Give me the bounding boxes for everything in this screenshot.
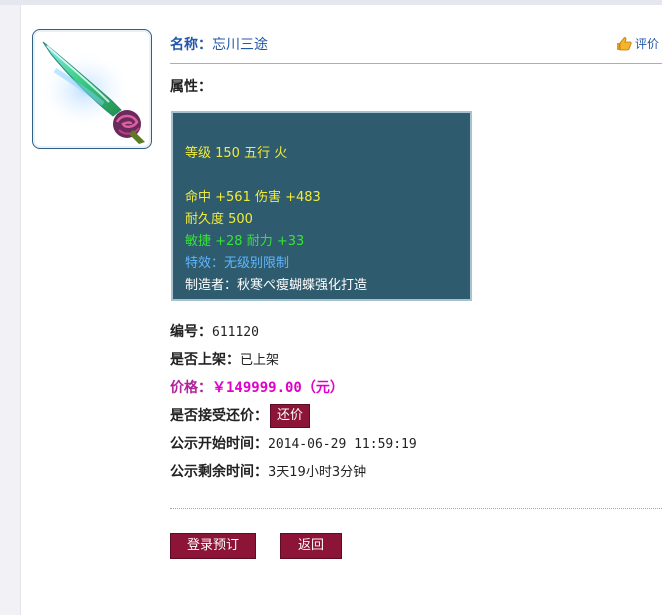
listed-field: 是否上架：已上架 [170, 349, 279, 369]
remaining-time-value: 3天19小时3分钟 [268, 465, 367, 480]
item-image [32, 29, 152, 149]
counter-offer-label: 是否接受还价： [170, 408, 268, 424]
item-stats-box: 等级 150 五行 火 命中 +561 伤害 +483 耐久度 500 敏捷 +… [171, 111, 472, 301]
price-label: 价格： [170, 380, 212, 396]
start-time-value: 2014-06-29 11:59:19 [268, 437, 417, 452]
header-divider [170, 63, 662, 64]
stat-durability-line: 耐久度 500 [185, 212, 253, 227]
stat-effect-line: 特效：无级别限制 [185, 256, 290, 271]
id-value: 611120 [212, 325, 259, 340]
thumbs-up-icon [617, 36, 632, 50]
stat-hit-damage-line: 命中 +561 伤害 +483 [185, 190, 321, 205]
stat-agility-endurance-line: 敏捷 +28 耐力 +33 [185, 234, 305, 249]
start-time-label: 公示开始时间： [170, 436, 268, 452]
stat-maker-line: 制造者：秋寒ぺ瘦蝴蝶强化打造 [185, 278, 368, 293]
evaluate-link-label: 评价 [635, 37, 660, 51]
start-time-field: 公示开始时间：2014-06-29 11:59:19 [170, 433, 417, 453]
item-name-row: 名称：忘川三途 [170, 34, 268, 54]
item-name-value: 忘川三途 [212, 37, 268, 53]
price-field: 价格：￥149999.00（元） [170, 377, 344, 397]
footer-divider [170, 508, 662, 509]
counter-offer-field: 是否接受还价： 还价 [170, 404, 311, 428]
stat-blank-line [185, 165, 458, 187]
stat-level-line: 等级 150 五行 火 [185, 146, 288, 161]
price-value: ￥149999.00（元） [212, 380, 344, 396]
counter-offer-button[interactable]: 还价 [270, 404, 311, 428]
remaining-time-field: 公示剩余时间：3天19小时3分钟 [170, 461, 366, 481]
item-name-label: 名称： [170, 37, 212, 53]
id-label: 编号： [170, 324, 212, 340]
listed-value: 已上架 [240, 353, 280, 368]
listed-label: 是否上架： [170, 352, 240, 368]
back-button[interactable]: 返回 [280, 533, 342, 559]
attributes-label: 属性： [170, 79, 212, 95]
login-reserve-button[interactable]: 登录预订 [170, 533, 256, 559]
evaluate-link[interactable]: 评价 [616, 35, 659, 52]
id-field: 编号：611120 [170, 321, 259, 341]
weapon-blade-icon [37, 41, 145, 144]
remaining-time-label: 公示剩余时间： [170, 464, 268, 480]
